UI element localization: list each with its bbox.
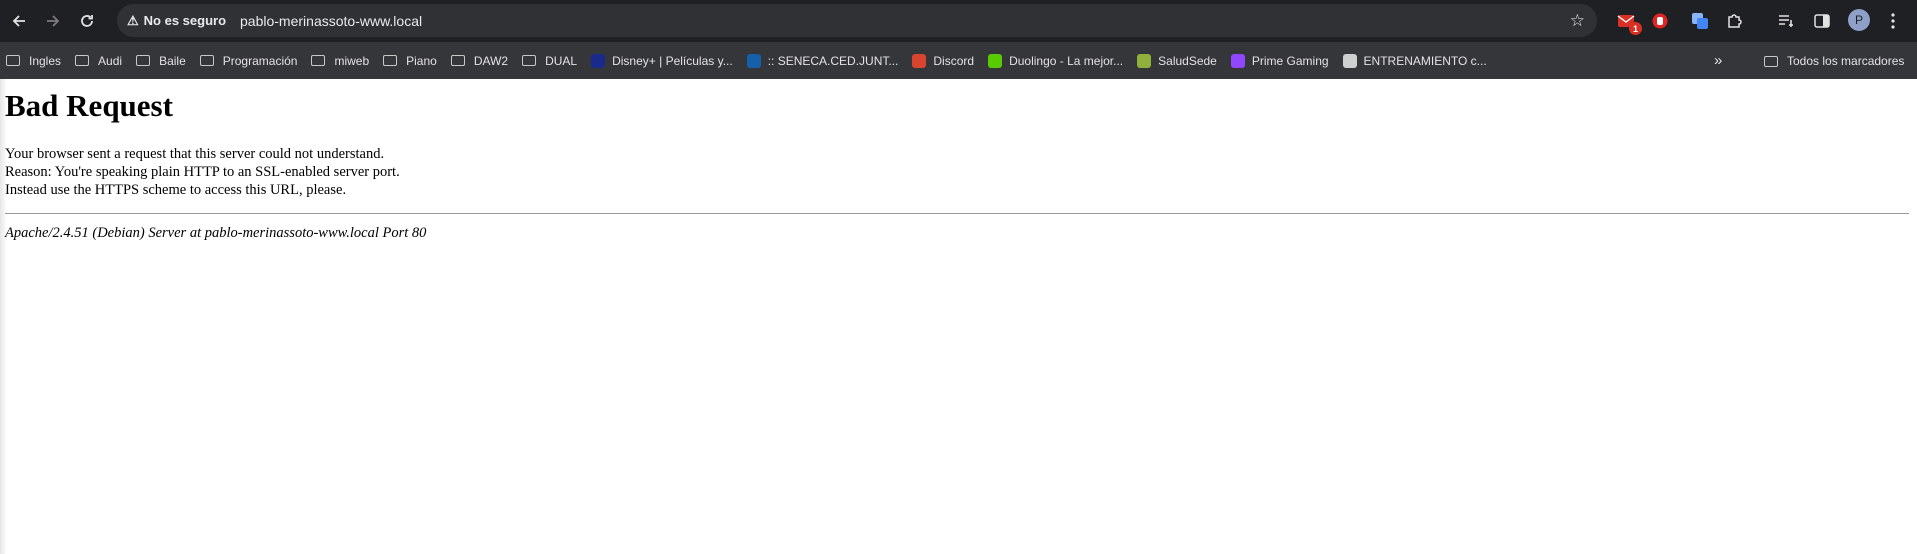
message-line: Your browser sent a request that this se… [5, 146, 385, 162]
arrow-right-icon [47, 15, 60, 27]
folder-icon [136, 55, 151, 66]
site-favicon-icon [988, 53, 1003, 68]
profile-avatar[interactable]: P [1848, 9, 1870, 31]
bookmark-label: ENTRENAMIENTO c... [1363, 53, 1487, 68]
bookmark-item[interactable]: Audi [75, 54, 122, 68]
browser-toolbar: ⚠ No es seguro pablo-merinassoto-www.loc… [0, 0, 1917, 42]
bookmark-label: Duolingo - La mejor... [1009, 53, 1124, 68]
site-favicon-icon [912, 53, 927, 68]
site-favicon-icon [746, 53, 761, 68]
folder-icon [6, 55, 20, 66]
folder-icon [311, 55, 326, 66]
folder-icon [1764, 55, 1778, 67]
bookmark-label: Programación [222, 53, 298, 68]
bookmark-item[interactable]: Duolingo - La mejor... [988, 53, 1124, 68]
warning-icon: ⚠ [127, 12, 139, 28]
message-line: Instead use the HTTPS scheme to access t… [5, 182, 347, 198]
forward-button[interactable] [36, 4, 70, 38]
site-favicon-icon [1342, 53, 1357, 68]
copy-extension-icon[interactable] [1688, 9, 1712, 33]
site-favicon-icon [1137, 53, 1152, 68]
folder-icon [522, 55, 537, 66]
all-bookmarks-button[interactable]: Todos los marcadores [1764, 54, 1904, 68]
bookmark-label: miweb [334, 53, 370, 68]
bookmark-label: SaludSede [1158, 53, 1217, 68]
reading-list-icon[interactable] [1774, 9, 1798, 33]
extensions-puzzle-icon[interactable] [1722, 9, 1746, 33]
bookmark-item[interactable]: Disney+ | Películas y... [591, 53, 733, 68]
folder-icon [383, 55, 398, 66]
bookmark-label: DUAL [545, 53, 578, 68]
notification-badge: 1 [1629, 22, 1642, 35]
site-favicon-icon [591, 53, 606, 68]
side-panel-icon[interactable] [1810, 9, 1834, 33]
bookmark-item[interactable]: Baile [136, 54, 186, 68]
site-favicon-icon [1230, 53, 1245, 68]
message-line: Reason: You're speaking plain HTTP to an… [5, 164, 400, 180]
bookmark-item[interactable]: DAW2 [450, 53, 509, 68]
server-signature: Apache/2.4.51 (Debian) Server at pablo-m… [5, 225, 427, 241]
bookmark-label: DAW2 [473, 53, 509, 68]
reload-icon [81, 15, 93, 27]
security-label: No es seguro [143, 13, 227, 28]
more-bookmarks-chevron-icon[interactable]: » [1714, 52, 1722, 69]
bookmark-item[interactable]: Discord [912, 53, 975, 68]
bookmarks-bar: Ingles Audi Baile Programación miweb Piano DAW… [0, 42, 1917, 80]
bookmark-item[interactable]: Ingles [6, 54, 61, 68]
menu-kebab-icon[interactable] [1881, 9, 1905, 33]
bookmark-label: Disney+ | Películas y... [612, 53, 733, 68]
folder-icon [450, 55, 465, 66]
bookmark-item[interactable]: :: SENECA.CED.JUNT... [746, 53, 899, 68]
page-content: Bad Request Your browser sent a request … [0, 79, 1917, 554]
bookmark-item[interactable]: Piano [383, 54, 437, 68]
bookmark-star-icon[interactable]: ☆ [1570, 11, 1585, 31]
bookmark-label: Discord [933, 53, 975, 68]
mail-extension-icon[interactable]: 1 [1614, 9, 1642, 35]
bookmark-label: :: SENECA.CED.JUNT... [767, 53, 899, 68]
bookmark-label: Baile [159, 53, 186, 68]
bookmark-label: Prime Gaming [1251, 53, 1329, 68]
reload-button[interactable] [70, 4, 104, 38]
hand-extension-icon[interactable] [1648, 9, 1672, 33]
folder-icon [75, 55, 90, 66]
error-message: Your browser sent a request that this se… [5, 145, 400, 199]
security-chip[interactable]: ⚠ No es seguro [127, 13, 226, 29]
all-bookmarks-label: Todos los marcadores [1787, 54, 1905, 68]
arrow-left-icon [12, 15, 25, 27]
bookmark-label: Piano [406, 53, 437, 68]
bookmark-label: Ingles [29, 53, 62, 68]
bookmark-label: Audi [98, 53, 123, 68]
folder-icon [199, 55, 214, 66]
divider [5, 213, 1909, 214]
bookmark-item[interactable]: ENTRENAMIENTO c... [1342, 53, 1487, 68]
bookmark-item[interactable]: SaludSede [1137, 53, 1217, 68]
page-title: Bad Request [5, 88, 173, 123]
bookmark-item[interactable]: miweb [311, 54, 369, 68]
bookmark-item[interactable]: Programación [199, 53, 298, 68]
url-text[interactable]: pablo-merinassoto-www.local [240, 13, 422, 29]
bookmark-item[interactable]: Prime Gaming [1230, 53, 1329, 68]
back-button[interactable] [2, 4, 36, 38]
bookmark-item[interactable]: DUAL [522, 54, 577, 68]
address-bar[interactable]: ⚠ No es seguro pablo-merinassoto-www.loc… [117, 4, 1597, 37]
